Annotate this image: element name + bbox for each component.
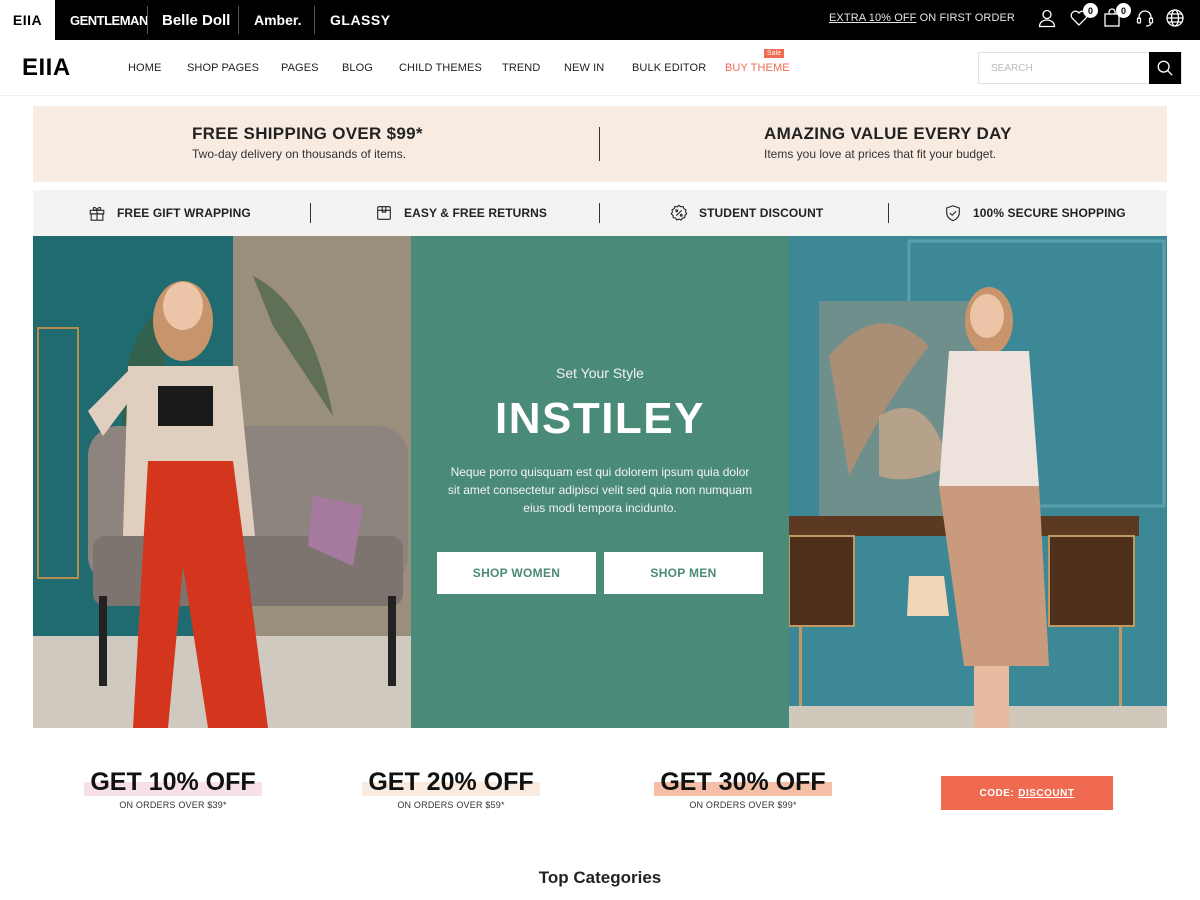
- discount-subtitle: ON ORDERS OVER $99*: [689, 800, 797, 810]
- globe-icon: [1166, 9, 1184, 27]
- discount-title: GET 30% OFF: [654, 768, 832, 797]
- hero-title: INSTILEY: [494, 394, 706, 443]
- shop-women-button[interactable]: SHOP WOMEN: [437, 552, 596, 594]
- discount-subtitle: ON ORDERS OVER $59*: [397, 800, 505, 810]
- feature-returns: EASY & FREE RETURNS: [375, 190, 547, 236]
- nav-pages[interactable]: PAGES: [281, 62, 319, 74]
- promo-shipping: FREE SHIPPING OVER $99* Two-day delivery…: [192, 124, 423, 161]
- hero-banner: Set Your Style INSTILEY Neque porro quis…: [33, 236, 1167, 728]
- discount-subtitle: ON ORDERS OVER $39*: [119, 800, 227, 810]
- language-button[interactable]: [1165, 8, 1189, 32]
- promo-banner: FREE SHIPPING OVER $99* Two-day delivery…: [33, 106, 1167, 182]
- features-strip: FREE GIFT WRAPPING EASY & FREE RETURNS S…: [33, 190, 1167, 236]
- feature-student-discount: STUDENT DISCOUNT: [670, 190, 823, 236]
- gift-icon: [89, 206, 105, 221]
- model-woman-beige-skirt-image: [789, 236, 1167, 728]
- hero-content: Set Your Style INSTILEY Neque porro quis…: [411, 236, 789, 728]
- discount-title-text: GET 20% OFF: [368, 768, 534, 796]
- search-input[interactable]: [979, 53, 1151, 83]
- promo-divider: [599, 127, 600, 161]
- feature-divider: [599, 203, 600, 223]
- hero-description: Neque porro quisquam est qui dolorem ips…: [447, 465, 753, 515]
- code-prefix: CODE:: [979, 787, 1015, 799]
- discount-30: GET 30% OFF ON ORDERS OVER $99*: [643, 768, 843, 810]
- discount-title: GET 10% OFF: [84, 768, 262, 797]
- discount-code-button[interactable]: CODE: DISCOUNT: [941, 776, 1113, 810]
- promo-message: EXTRA 10% OFF ON FIRST ORDER: [829, 12, 1015, 24]
- nav-trend[interactable]: TREND: [502, 62, 540, 74]
- brand-tab-belle-doll[interactable]: Belle Doll: [162, 0, 230, 40]
- promo-title: AMAZING VALUE EVERY DAY: [764, 124, 1012, 143]
- brand-divider: [147, 6, 148, 34]
- promo-link[interactable]: EXTRA 10% OFF: [829, 12, 917, 24]
- shop-men-button[interactable]: SHOP MEN: [604, 552, 763, 594]
- discount-20: GET 20% OFF ON ORDERS OVER $59*: [351, 768, 551, 810]
- hero-image-women[interactable]: [33, 236, 411, 728]
- main-header: EIIA HOME SHOP PAGES PAGES BLOG CHILD TH…: [0, 40, 1200, 96]
- promo-subtitle: Items you love at prices that fit your b…: [764, 147, 997, 161]
- search-button[interactable]: [1149, 52, 1181, 84]
- search-box: [978, 52, 1182, 84]
- brand-divider: [238, 6, 239, 34]
- nav-child-themes[interactable]: CHILD THEMES: [399, 62, 482, 74]
- feature-gift-wrapping: FREE GIFT WRAPPING: [88, 190, 251, 236]
- sale-badge: Sale: [764, 49, 785, 58]
- wishlist-button[interactable]: 0: [1069, 3, 1098, 32]
- account-icon: [1038, 9, 1056, 28]
- brand-divider: [314, 6, 315, 34]
- cart-count-badge: 0: [1116, 3, 1131, 18]
- promo-title: FREE SHIPPING OVER $99*: [192, 124, 423, 143]
- nav-shop-pages[interactable]: SHOP PAGES: [187, 62, 259, 74]
- shield-check-icon: [946, 205, 960, 222]
- support-button[interactable]: [1135, 8, 1159, 32]
- model-woman-red-pants-image: [33, 236, 411, 728]
- discount-title-text: GET 10% OFF: [90, 768, 256, 796]
- feature-divider: [310, 203, 311, 223]
- discount-code: DISCOUNT: [1018, 787, 1075, 799]
- discount-title-text: GET 30% OFF: [660, 768, 826, 796]
- feature-label: 100% SECURE SHOPPING: [973, 206, 1126, 220]
- feature-divider: [888, 203, 889, 223]
- feature-label: EASY & FREE RETURNS: [404, 206, 548, 220]
- discount-10: GET 10% OFF ON ORDERS OVER $39*: [73, 768, 273, 810]
- brand-tab-eiia[interactable]: EIIA: [0, 0, 55, 40]
- brand-tab-gentleman[interactable]: GENTLEMAN: [70, 0, 148, 40]
- site-logo[interactable]: EIIA: [22, 54, 71, 82]
- nav-home[interactable]: HOME: [128, 62, 161, 74]
- nav-blog[interactable]: BLOG: [342, 62, 373, 74]
- promo-text: ON FIRST ORDER: [916, 12, 1015, 24]
- brand-tab-glassy[interactable]: GLASSY: [330, 0, 391, 40]
- discount-badge-icon: [670, 204, 688, 221]
- promo-subtitle: Two-day delivery on thousands of items.: [192, 147, 407, 161]
- promo-value: AMAZING VALUE EVERY DAY Items you love a…: [764, 124, 1012, 161]
- feature-label: FREE GIFT WRAPPING: [117, 206, 251, 220]
- search-icon: [1157, 60, 1173, 76]
- hero-subtitle: Set Your Style: [556, 365, 644, 381]
- box-icon: [377, 206, 391, 220]
- nav-buy-theme[interactable]: BUY THEME: [725, 62, 790, 74]
- brand-tab-amber[interactable]: Amber.: [254, 0, 301, 40]
- wishlist-count-badge: 0: [1083, 3, 1098, 18]
- feature-secure-shopping: 100% SECURE SHOPPING: [944, 190, 1126, 236]
- support-icon: [1136, 10, 1154, 27]
- hero-image-women-2[interactable]: [789, 236, 1167, 728]
- cart-button[interactable]: 0: [1102, 3, 1131, 32]
- discount-title: GET 20% OFF: [362, 768, 540, 797]
- top-categories-heading: Top Categories: [538, 868, 662, 887]
- feature-label: STUDENT DISCOUNT: [699, 206, 824, 220]
- nav-new-in[interactable]: NEW IN: [564, 62, 604, 74]
- nav-bulk-editor[interactable]: BULK EDITOR: [632, 62, 706, 74]
- account-button[interactable]: [1037, 8, 1061, 32]
- top-bar: EIIA GENTLEMAN Belle Doll Amber. GLASSY …: [0, 0, 1200, 40]
